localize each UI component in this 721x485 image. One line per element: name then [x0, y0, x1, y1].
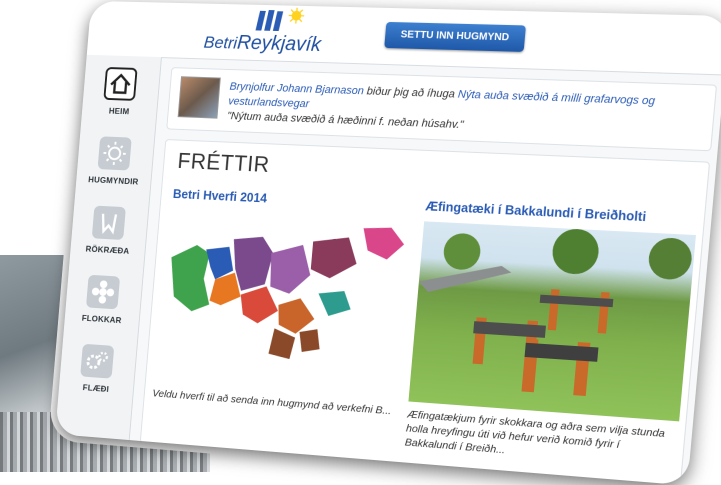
notice-text: Brynjolfur Johann Bjarnason biður þig að…	[226, 80, 706, 143]
news-story-bakkalundur[interactable]: Æfingatæki í Bakkalundi í Breiðholti Æfi…	[404, 199, 700, 456]
user-avatar	[177, 76, 221, 119]
logo-text-betri: Betri	[203, 32, 238, 53]
flower-icon	[85, 274, 121, 310]
screenshot-stage: BetriReykjavík SETTU INN HUGMYND HEIM HU…	[0, 0, 721, 485]
sidebar-item-hugmyndir[interactable]: HUGMYNDIR	[75, 135, 154, 200]
sidebar-item-flokkar[interactable]: FLOKKAR	[63, 274, 142, 340]
sidebar-item-label: FLOKKAR	[81, 312, 122, 326]
gears-icon	[80, 343, 115, 379]
story-description: Veldu hverfi til að senda inn hugmynd að…	[151, 387, 392, 418]
sidebar-item-heim[interactable]: HEIM	[81, 66, 160, 130]
news-title: FRÉTTIR	[176, 148, 271, 177]
app-window: BetriReykjavík SETTU INN HUGMYND HEIM HU…	[55, 0, 721, 485]
sidebar-item-label: RÖKRÆÐA	[85, 243, 130, 256]
lightbulb-icon	[97, 136, 132, 171]
sidebar-item-label: HUGMYNDIR	[87, 174, 139, 187]
notice-user-link[interactable]: Brynjolfur Johann Bjarnason	[229, 81, 364, 97]
logo-text-reykjavik: Reykjavík	[236, 31, 322, 57]
exercise-equipment-photo[interactable]	[408, 221, 696, 422]
sidebar-item-rokraeda[interactable]: RÖKRÆÐA	[69, 205, 148, 271]
district-map[interactable]	[159, 209, 414, 371]
sidebar-item-label: FLÆÐI	[82, 382, 110, 394]
home-icon	[103, 66, 138, 101]
debate-icon	[91, 205, 126, 240]
story-title[interactable]: Betri Hverfi 2014	[172, 187, 416, 213]
site-logo[interactable]: BetriReykjavík	[201, 6, 340, 61]
submit-idea-button[interactable]: SETTU INN HUGMYND	[384, 21, 526, 52]
news-section: FRÉTTIR Betri Hverfi 2014 Veldu hverfi t…	[139, 139, 711, 485]
notice-middle-text: biður þig að íhuga	[363, 85, 459, 101]
notice-quote: "Nýtum auða svæðið á hæðinni f. neðan hú…	[226, 110, 465, 132]
logo-mark-icon	[255, 7, 312, 32]
logo-wordmark: BetriReykjavík	[203, 31, 322, 57]
idea-notice: Brynjolfur Johann Bjarnason biður þig að…	[166, 67, 718, 152]
sidebar-item-label: HEIM	[108, 105, 130, 117]
top-bar: BetriReykjavík SETTU INN HUGMYND	[86, 0, 721, 76]
park-scene	[418, 227, 694, 397]
news-story-betri-hverfi[interactable]: Betri Hverfi 2014 Veldu hverfi til að se…	[152, 187, 416, 417]
sidebar-item-flaedi[interactable]: FLÆÐI	[58, 342, 137, 409]
